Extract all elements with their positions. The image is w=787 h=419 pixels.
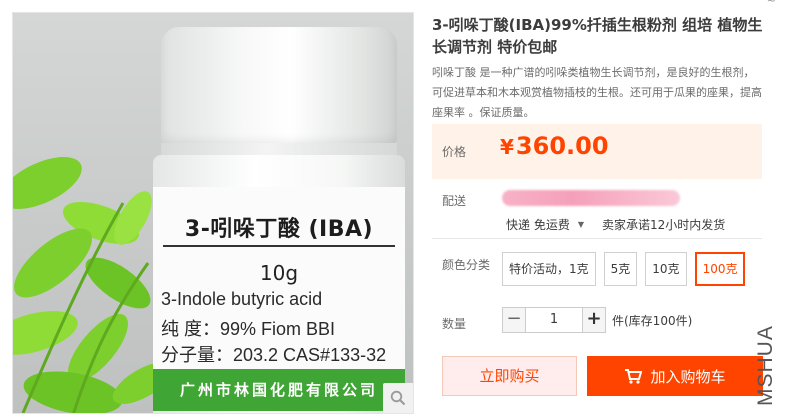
options-label: 颜色分类 [442, 258, 491, 272]
shipping-promise: 卖家承诺12小时内发货 [601, 218, 726, 232]
option-100g[interactable]: 100克 [694, 252, 746, 286]
quantity-stepper: − 1 + 件(库存100件) [502, 307, 692, 333]
price-value: ¥360.00 [500, 132, 609, 160]
bottle: 3-吲哚丁酸 (IBA) 10g 3-Indole butyric acid 纯… [153, 27, 405, 413]
shipping-info: 快递 免运费 ▼ 卖家承诺12小时内发货 [506, 216, 725, 233]
magnifier-icon [390, 390, 406, 406]
divider [432, 238, 762, 239]
label-name-en: 3-Indole butyric acid [161, 289, 323, 309]
option-10g[interactable]: 10克 [645, 252, 687, 286]
label-amount: 10g [259, 261, 299, 285]
shipping-label: 配送 [442, 194, 467, 208]
label-purity: 纯 度：99% Fiom BBI [161, 319, 336, 339]
buy-now-button[interactable]: 立即购买 [442, 356, 577, 396]
quantity-input[interactable]: 1 [526, 307, 582, 333]
add-to-cart-button[interactable]: 加入购物车 [587, 356, 763, 396]
label-company: 广州市林国化肥有限公司 [153, 369, 405, 411]
cart-icon [625, 369, 643, 384]
option-1g[interactable]: 特价活动，1克 [502, 252, 596, 286]
caret-down-icon[interactable]: ▼ [578, 220, 584, 229]
zoom-button[interactable] [383, 383, 413, 413]
price-label: 价格 [442, 145, 467, 159]
price-panel: 价格 ¥360.00 [432, 124, 762, 179]
add-to-cart-label: 加入购物车 [650, 367, 726, 386]
shipping-method[interactable]: 快递 免运费 [506, 216, 570, 233]
label-molecular-weight: 分子量：203.2 CAS#133-32 [161, 345, 387, 365]
product-title: 3-吲哚丁酸(IBA)99%扦插生根粉剂 组培 植物生长调节剂 特价包邮 [432, 16, 763, 56]
bottle-cap [161, 27, 397, 147]
increase-button[interactable]: + [582, 307, 606, 333]
quantity-label: 数量 [442, 317, 467, 331]
shipping-address-redacted [502, 190, 680, 206]
decrease-button[interactable]: − [502, 307, 526, 333]
option-list: 特价活动，1克 5克 10克 100克 [502, 252, 746, 286]
label-title: 3-吲哚丁酸 (IBA) [184, 217, 374, 242]
stock-info: 件(库存100件) [612, 313, 693, 328]
top-mark: ~ [766, 0, 776, 7]
bottle-label: 3-吲哚丁酸 (IBA) 10g 3-Indole butyric acid 纯… [153, 187, 405, 411]
product-subtitle: 吲哚丁酸 是一种广谱的吲哚类植物生长调节剂，是良好的生根剂，可促进草本和木本观赏… [432, 66, 762, 119]
product-image[interactable]: 3-吲哚丁酸 (IBA) 10g 3-Indole butyric acid 纯… [12, 12, 414, 414]
watermark-text: MSHUA [754, 325, 776, 406]
product-details: ~ 3-吲哚丁酸(IBA)99%扦插生根粉剂 组培 植物生长调节剂 特价包邮 吲… [432, 0, 776, 419]
option-5g[interactable]: 5克 [603, 252, 638, 286]
currency-symbol: ¥ [500, 135, 514, 159]
watermark: MSHUA [754, 325, 776, 406]
